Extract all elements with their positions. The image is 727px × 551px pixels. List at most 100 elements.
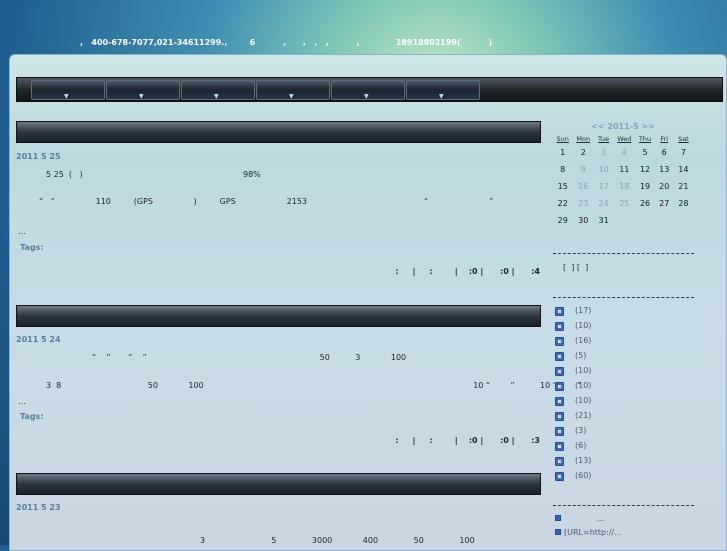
category-count: (10) (575, 366, 592, 375)
day-header: Fri (660, 135, 669, 143)
nav-item-5[interactable]: ▼ (331, 80, 405, 100)
day-header: Sun (556, 135, 569, 143)
rss-icon[interactable] (555, 382, 564, 391)
chevron-down-icon: ▼ (364, 93, 369, 100)
category-count: (10) (575, 321, 592, 330)
calendar-day[interactable]: 4 (613, 144, 635, 161)
calendar-day[interactable]: 14 (674, 161, 693, 178)
rss-icon[interactable] (555, 472, 564, 481)
calendar-day[interactable]: 26 (635, 195, 654, 212)
calendar-day[interactable]: 1 (553, 144, 572, 161)
calendar: << 2011-5 >> Sun Mon Tue Wed Thu Fri Sat… (553, 122, 693, 229)
calendar-day[interactable]: 11 (613, 161, 635, 178)
day-header: Sat (678, 135, 689, 143)
calendar-day[interactable]: 10 (594, 161, 613, 178)
calendar-day[interactable]: 31 (594, 212, 613, 229)
read-more[interactable]: … (18, 227, 26, 236)
rss-icon[interactable] (555, 442, 564, 451)
post-meta: : | : | :0 | :0 | :4 (395, 267, 540, 276)
rss-icon[interactable] (555, 337, 564, 346)
bullet-icon (555, 529, 561, 535)
category-count: (17) (575, 306, 592, 315)
calendar-day[interactable]: 24 (594, 195, 613, 212)
rss-icon[interactable] (555, 397, 564, 406)
calendar-day (655, 212, 674, 229)
nav-item-1[interactable]: ▼ (31, 80, 105, 100)
recent-link[interactable]: [URL=http://... (564, 528, 622, 537)
calendar-day[interactable]: 17 (594, 178, 613, 195)
category-count: (5) (575, 351, 587, 360)
calendar-day[interactable]: 28 (674, 195, 693, 212)
category-count: (3) (575, 426, 587, 435)
chevron-down-icon: ▼ (289, 93, 294, 100)
nav-item-3[interactable]: ▼ (181, 80, 255, 100)
nav-item-2[interactable]: ▼ (106, 80, 180, 100)
calendar-day (674, 212, 693, 229)
category-count: (13) (575, 456, 592, 465)
calendar-day[interactable]: 12 (635, 161, 654, 178)
calendar-day[interactable]: 22 (553, 195, 572, 212)
calendar-day (613, 212, 635, 229)
calendar-day[interactable]: 18 (613, 178, 635, 195)
read-more[interactable]: … (18, 397, 26, 406)
calendar-day[interactable]: 29 (553, 212, 572, 229)
calendar-week: 1234567 (553, 144, 693, 161)
post-title-bar[interactable] (16, 305, 541, 327)
calendar-day[interactable]: 3 (594, 144, 613, 161)
calendar-day[interactable]: 5 (635, 144, 654, 161)
sidebar-links[interactable]: [ ] [ ] (563, 263, 588, 272)
post-title-bar[interactable] (16, 473, 541, 495)
calendar-week: 29 30 31 (553, 212, 693, 229)
post-meta: : | : | :0 | :0 | :3 (395, 436, 540, 445)
calendar-day[interactable]: 20 (655, 178, 674, 195)
calendar-day[interactable]: 16 (572, 178, 594, 195)
post-date: 2011 5 24 (16, 335, 61, 344)
calendar-day[interactable]: 8 (553, 161, 572, 178)
day-header: Tue (598, 135, 610, 143)
post-title-bar[interactable] (16, 121, 541, 143)
rss-icon[interactable] (555, 427, 564, 436)
post-text-line: “ ” 110 (GPS ) GPS 2153 “ ” (39, 197, 494, 206)
calendar-day[interactable]: 27 (655, 195, 674, 212)
nav-item-4[interactable]: ▼ (256, 80, 330, 100)
calendar-day[interactable]: 2 (572, 144, 594, 161)
calendar-day[interactable]: 15 (553, 178, 572, 195)
post-text-line: “ ” “ ” 50 3 100 (92, 353, 407, 362)
calendar-day[interactable]: 7 (674, 144, 693, 161)
sidebar-divider (553, 297, 694, 298)
calendar-week: 8 9 10 11 12 13 14 (553, 161, 693, 178)
calendar-title[interactable]: << 2011-5 >> (553, 122, 693, 131)
calendar-day[interactable]: 13 (655, 161, 674, 178)
calendar-day[interactable]: 30 (572, 212, 594, 229)
calendar-day[interactable]: 19 (635, 178, 654, 195)
chevron-down-icon: ▼ (64, 93, 69, 100)
calendar-day[interactable]: 6 (655, 144, 674, 161)
day-header: Wed (617, 135, 632, 143)
rss-icon[interactable] (555, 307, 564, 316)
rss-icon[interactable] (555, 412, 564, 421)
rss-icon[interactable] (555, 322, 564, 331)
category-count: (16) (575, 336, 592, 345)
contact-info: , 400-678-7077,021-34611299., 6 , , , , … (80, 38, 493, 47)
post-date: 2011 5 23 (16, 503, 61, 512)
rss-icon[interactable] (555, 352, 564, 361)
post-text-line: 3 8 50 100 10 “ ” 10 “ ” (46, 381, 582, 390)
nav-item-6[interactable]: ▼ (406, 80, 480, 100)
calendar-day[interactable]: 21 (674, 178, 693, 195)
calendar-day[interactable]: 9 (572, 161, 594, 178)
category-count: (6) (575, 441, 587, 450)
recent-link[interactable]: … (597, 514, 605, 523)
rss-icon[interactable] (555, 457, 564, 466)
category-count: (60) (575, 471, 592, 480)
calendar-week: 22 23 24 25 26 27 28 (553, 195, 693, 212)
nav-bar: ▼ ▼ ▼ ▼ ▼ ▼ (16, 77, 723, 102)
calendar-week: 15 16 17 18 19 20 21 (553, 178, 693, 195)
calendar-day[interactable]: 25 (613, 195, 635, 212)
tags-label: Tags: (20, 243, 44, 252)
calendar-day (635, 212, 654, 229)
rss-icon[interactable] (555, 367, 564, 376)
sidebar-divider (553, 505, 694, 506)
post-date: 2011 5 25 (16, 152, 61, 161)
calendar-day[interactable]: 23 (572, 195, 594, 212)
calendar-grid: Sun Mon Tue Wed Thu Fri Sat 1 2 3 4 5 6 7 8 9 10 1… (553, 134, 693, 229)
